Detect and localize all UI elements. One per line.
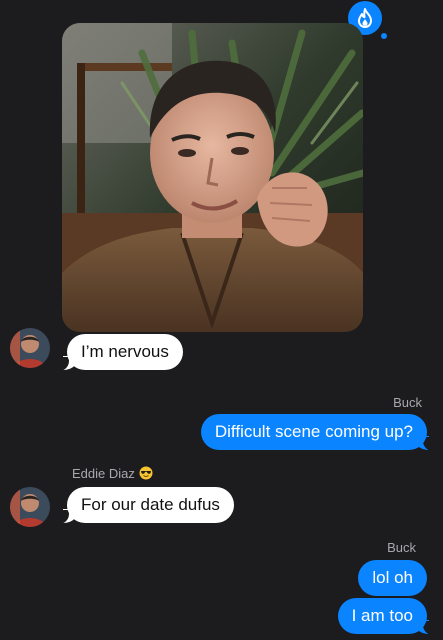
app-badge-tail bbox=[381, 33, 387, 39]
avatar-image bbox=[10, 487, 50, 527]
avatar-eddie[interactable] bbox=[10, 328, 50, 368]
message-bubble-outgoing[interactable]: Difficult scene coming up? bbox=[200, 414, 427, 450]
photo-message[interactable] bbox=[62, 23, 363, 332]
message-bubble-outgoing[interactable]: I am too bbox=[337, 598, 427, 634]
flame-icon bbox=[358, 8, 372, 28]
avatar-image bbox=[10, 328, 50, 368]
message-bubble-incoming[interactable]: I’m nervous bbox=[67, 334, 183, 370]
sender-label: Buck bbox=[387, 540, 416, 555]
sender-name: Eddie Diaz bbox=[72, 466, 135, 481]
message-bubble-outgoing[interactable]: lol oh bbox=[358, 560, 427, 596]
sunglasses-emoji-icon bbox=[139, 466, 153, 480]
sender-label: Buck bbox=[393, 395, 422, 410]
photo-selfie bbox=[62, 23, 363, 332]
message-bubble-incoming[interactable]: For our date dufus bbox=[67, 487, 234, 523]
sender-label: Eddie Diaz bbox=[72, 466, 153, 481]
avatar-eddie[interactable] bbox=[10, 487, 50, 527]
